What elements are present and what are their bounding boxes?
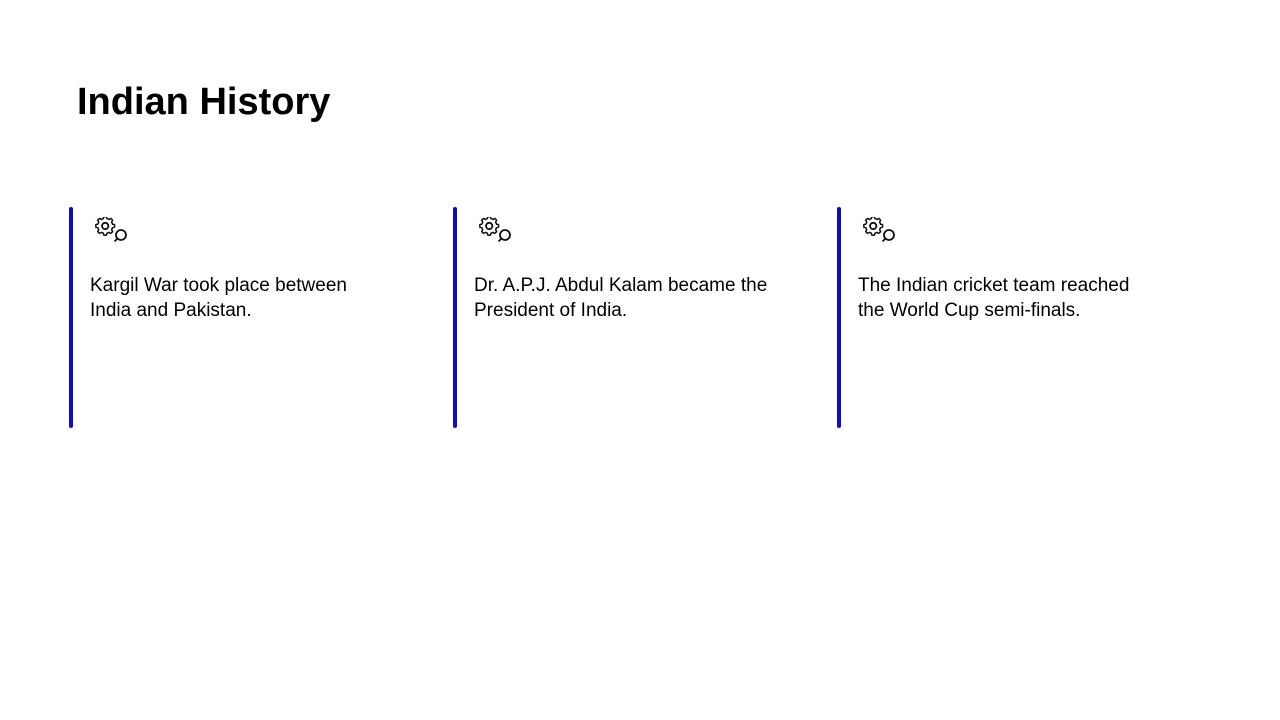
accent-bar [453,207,457,428]
card-text: The Indian cricket team reached the Worl… [858,275,1130,321]
card-list: Kargil War took place between India and … [69,207,1221,428]
card-text: Kargil War took place between India and … [90,275,347,321]
gear-icon [860,215,898,243]
card: Kargil War took place between India and … [69,207,429,428]
gear-icon [476,215,514,243]
card: Dr. A.P.J. Abdul Kalam became the Presid… [453,207,813,428]
card-text: Dr. A.P.J. Abdul Kalam became the Presid… [474,275,768,321]
accent-bar [837,207,841,428]
page-title: Indian History [77,81,331,123]
accent-bar [69,207,73,428]
card: The Indian cricket team reached the Worl… [837,207,1197,428]
gear-icon [92,215,130,243]
